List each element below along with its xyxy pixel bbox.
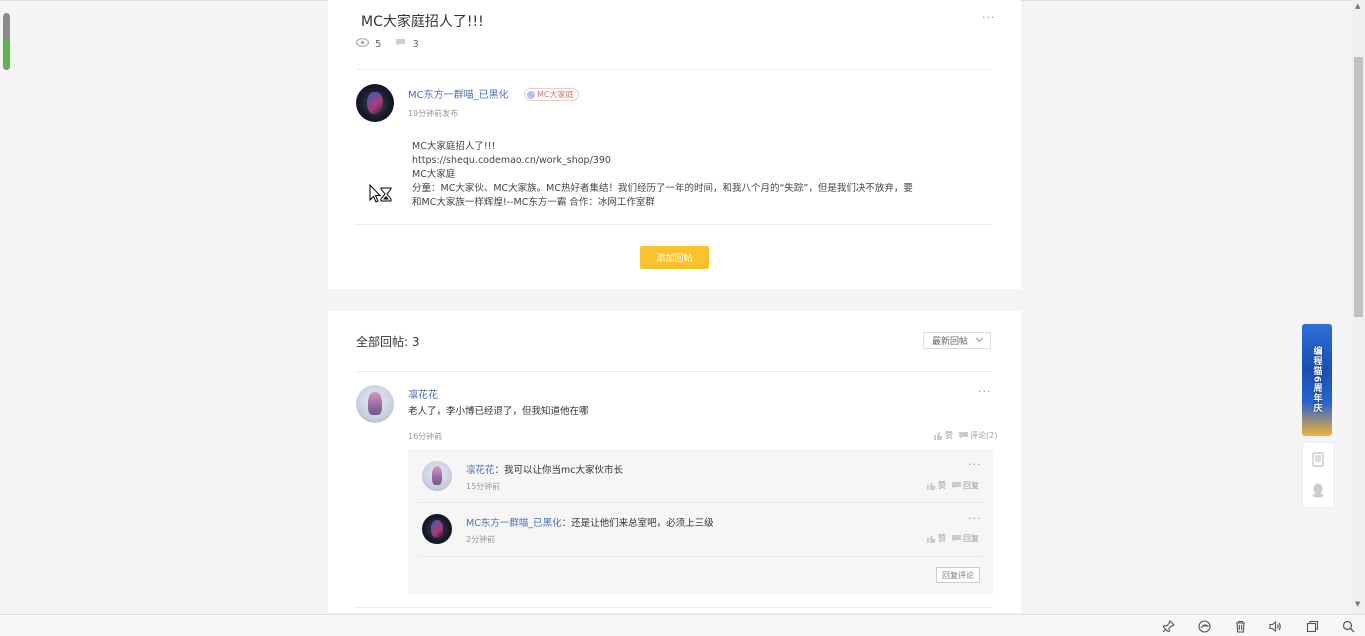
post-time: 19分钟前发布 (408, 109, 459, 118)
sub-reply-divider (418, 556, 983, 557)
sub-replies-box: 凛花花：我可以让你当mc大家伙市长 ··· 15分钟前 赞 回复 MC东方一群喵… (408, 449, 993, 594)
reply-more-icon[interactable]: ··· (978, 385, 992, 398)
author-avatar[interactable] (356, 84, 394, 122)
hourglass-cursor-icon (369, 184, 392, 203)
author-name[interactable]: MC东方一群喵_已黑化 (408, 86, 509, 101)
post-title: MC大家庭招人了!!! (361, 14, 484, 30)
qq-penguin-icon[interactable] (1310, 482, 1326, 498)
comment-icon (395, 38, 406, 50)
reply-comment-button[interactable]: 回复评论 (936, 567, 980, 583)
reply-text: 老人了，李小博已经退了，但我知道他在哪 (408, 406, 589, 417)
volume-icon[interactable] (1268, 619, 1282, 633)
sort-select-value: 最新回帖 (932, 337, 969, 347)
scroll-down-arrow-icon[interactable]: ▼ (1355, 600, 1360, 608)
sub-reply-actions: 赞 回复 (921, 480, 979, 491)
replies-card: 全部回帖: 3 最新回帖 凛花花 老人了，李小博已经退了，但我知道他在哪 ···… (328, 311, 1021, 613)
speech-bubble-icon (952, 534, 961, 542)
sub-reply-avatar[interactable] (422, 514, 452, 544)
trash-icon[interactable] (1233, 619, 1247, 633)
author-badge[interactable]: MC大家庭 (524, 88, 579, 101)
search-icon[interactable] (1341, 619, 1355, 633)
bottom-toolbar (0, 614, 1365, 636)
reply-time: 16分钟前 (408, 432, 443, 441)
sub-reply-text: 还是让他们来总室吧，必须上三级 (571, 518, 714, 529)
sub-reply-time: 2分钟前 (466, 535, 496, 544)
post-body-line: 和MC大家族一样辉煌!--MC东方一霸 合作：冰网工作室群 (412, 197, 655, 208)
post-card: MC大家庭招人了!!! ··· 5 3 MC东方一群喵_已黑化 MC大家庭 19… (328, 0, 1021, 289)
post-divider-bottom (356, 224, 992, 225)
window-icon[interactable] (1305, 619, 1319, 633)
post-more-icon[interactable]: ··· (982, 11, 996, 24)
like-button[interactable]: 赞 (927, 480, 946, 491)
sub-reply-line: 凛花花：我可以让你当mc大家伙市长 (466, 462, 623, 476)
anniversary-banner[interactable]: 编程猫6周年庆 (1302, 324, 1332, 436)
badge-label: MC大家庭 (537, 90, 574, 99)
replies-divider (356, 371, 992, 372)
comment-label: 评论(2) (970, 431, 998, 440)
vertical-scrollbar[interactable]: ▲ ▼ (1352, 0, 1365, 614)
post-stats: 5 3 (355, 38, 419, 50)
reply-label: 回复 (963, 534, 979, 543)
reply-button[interactable]: 回复 (952, 533, 979, 544)
left-progress-fill (4, 39, 9, 68)
float-tools (1302, 442, 1334, 508)
post-body-line: MC大家庭 (412, 169, 456, 180)
badge-icon (527, 90, 535, 99)
sub-reply-time: 15分钟前 (466, 482, 501, 491)
sub-reply-author[interactable]: 凛花花 (466, 465, 495, 476)
reply-actions: 赞 评论(2) (928, 430, 997, 441)
sub-reply-separator: ： (561, 518, 572, 529)
sub-reply-separator: ： (494, 465, 505, 476)
thumb-up-icon (927, 481, 936, 490)
tablet-icon[interactable] (1310, 451, 1326, 467)
speech-bubble-icon (952, 481, 961, 489)
sub-reply-line: MC东方一群喵_已黑化：还是让他们来总室吧，必须上三级 (466, 515, 714, 529)
scrollbar-thumb[interactable] (1354, 57, 1363, 317)
reply-button[interactable]: 回复 (952, 480, 979, 491)
like-button[interactable]: 赞 (934, 430, 953, 441)
view-count: 5 (375, 38, 382, 50)
edge-icon[interactable] (1197, 619, 1211, 633)
like-label: 赞 (938, 534, 946, 543)
thumb-up-icon (934, 431, 943, 440)
chevron-down-icon (975, 336, 984, 345)
eye-icon (355, 38, 370, 50)
replies-bottom-divider (356, 607, 992, 608)
like-label: 赞 (945, 431, 953, 440)
reply-avatar[interactable] (356, 385, 394, 423)
thumb-up-icon (927, 534, 936, 543)
comment-button[interactable]: 评论(2) (959, 430, 997, 441)
scroll-up-arrow-icon[interactable]: ▲ (1355, 2, 1360, 10)
post-body-line: MC大家庭招人了!!! (412, 141, 496, 152)
add-reply-button[interactable]: 添加回帖 (640, 246, 709, 269)
comment-count: 3 (412, 38, 419, 50)
reply-label: 回复 (963, 481, 979, 490)
post-body-line[interactable]: https://shequ.codemao.cn/work_shop/390 (412, 154, 952, 168)
sub-reply-more-icon[interactable]: ··· (968, 512, 982, 525)
like-button[interactable]: 赞 (927, 533, 946, 544)
reply-author[interactable]: 凛花花 (408, 386, 438, 401)
sub-reply-more-icon[interactable]: ··· (968, 458, 982, 471)
sub-reply-author[interactable]: MC东方一群喵_已黑化 (466, 518, 562, 529)
post-divider-top (356, 69, 992, 70)
sort-select[interactable]: 最新回帖 (923, 332, 991, 349)
left-progress-widget[interactable] (3, 13, 10, 70)
speech-bubble-icon (959, 431, 968, 439)
sub-reply-divider (418, 502, 983, 503)
pin-icon[interactable] (1161, 619, 1175, 633)
sub-reply-avatar[interactable] (422, 461, 452, 491)
replies-title: 全部回帖: 3 (356, 335, 420, 349)
sub-reply-text: 我可以让你当mc大家伙市长 (504, 465, 624, 476)
post-body: MC大家庭招人了!!! https://shequ.codemao.cn/wor… (412, 140, 952, 210)
like-label: 赞 (938, 481, 946, 490)
sub-reply-actions: 赞 回复 (921, 533, 979, 544)
post-body-line: 分童：MC大家伙、MC大家族。MC热好者集结！我们经历了一年的时间，和我八个月的… (412, 183, 913, 194)
